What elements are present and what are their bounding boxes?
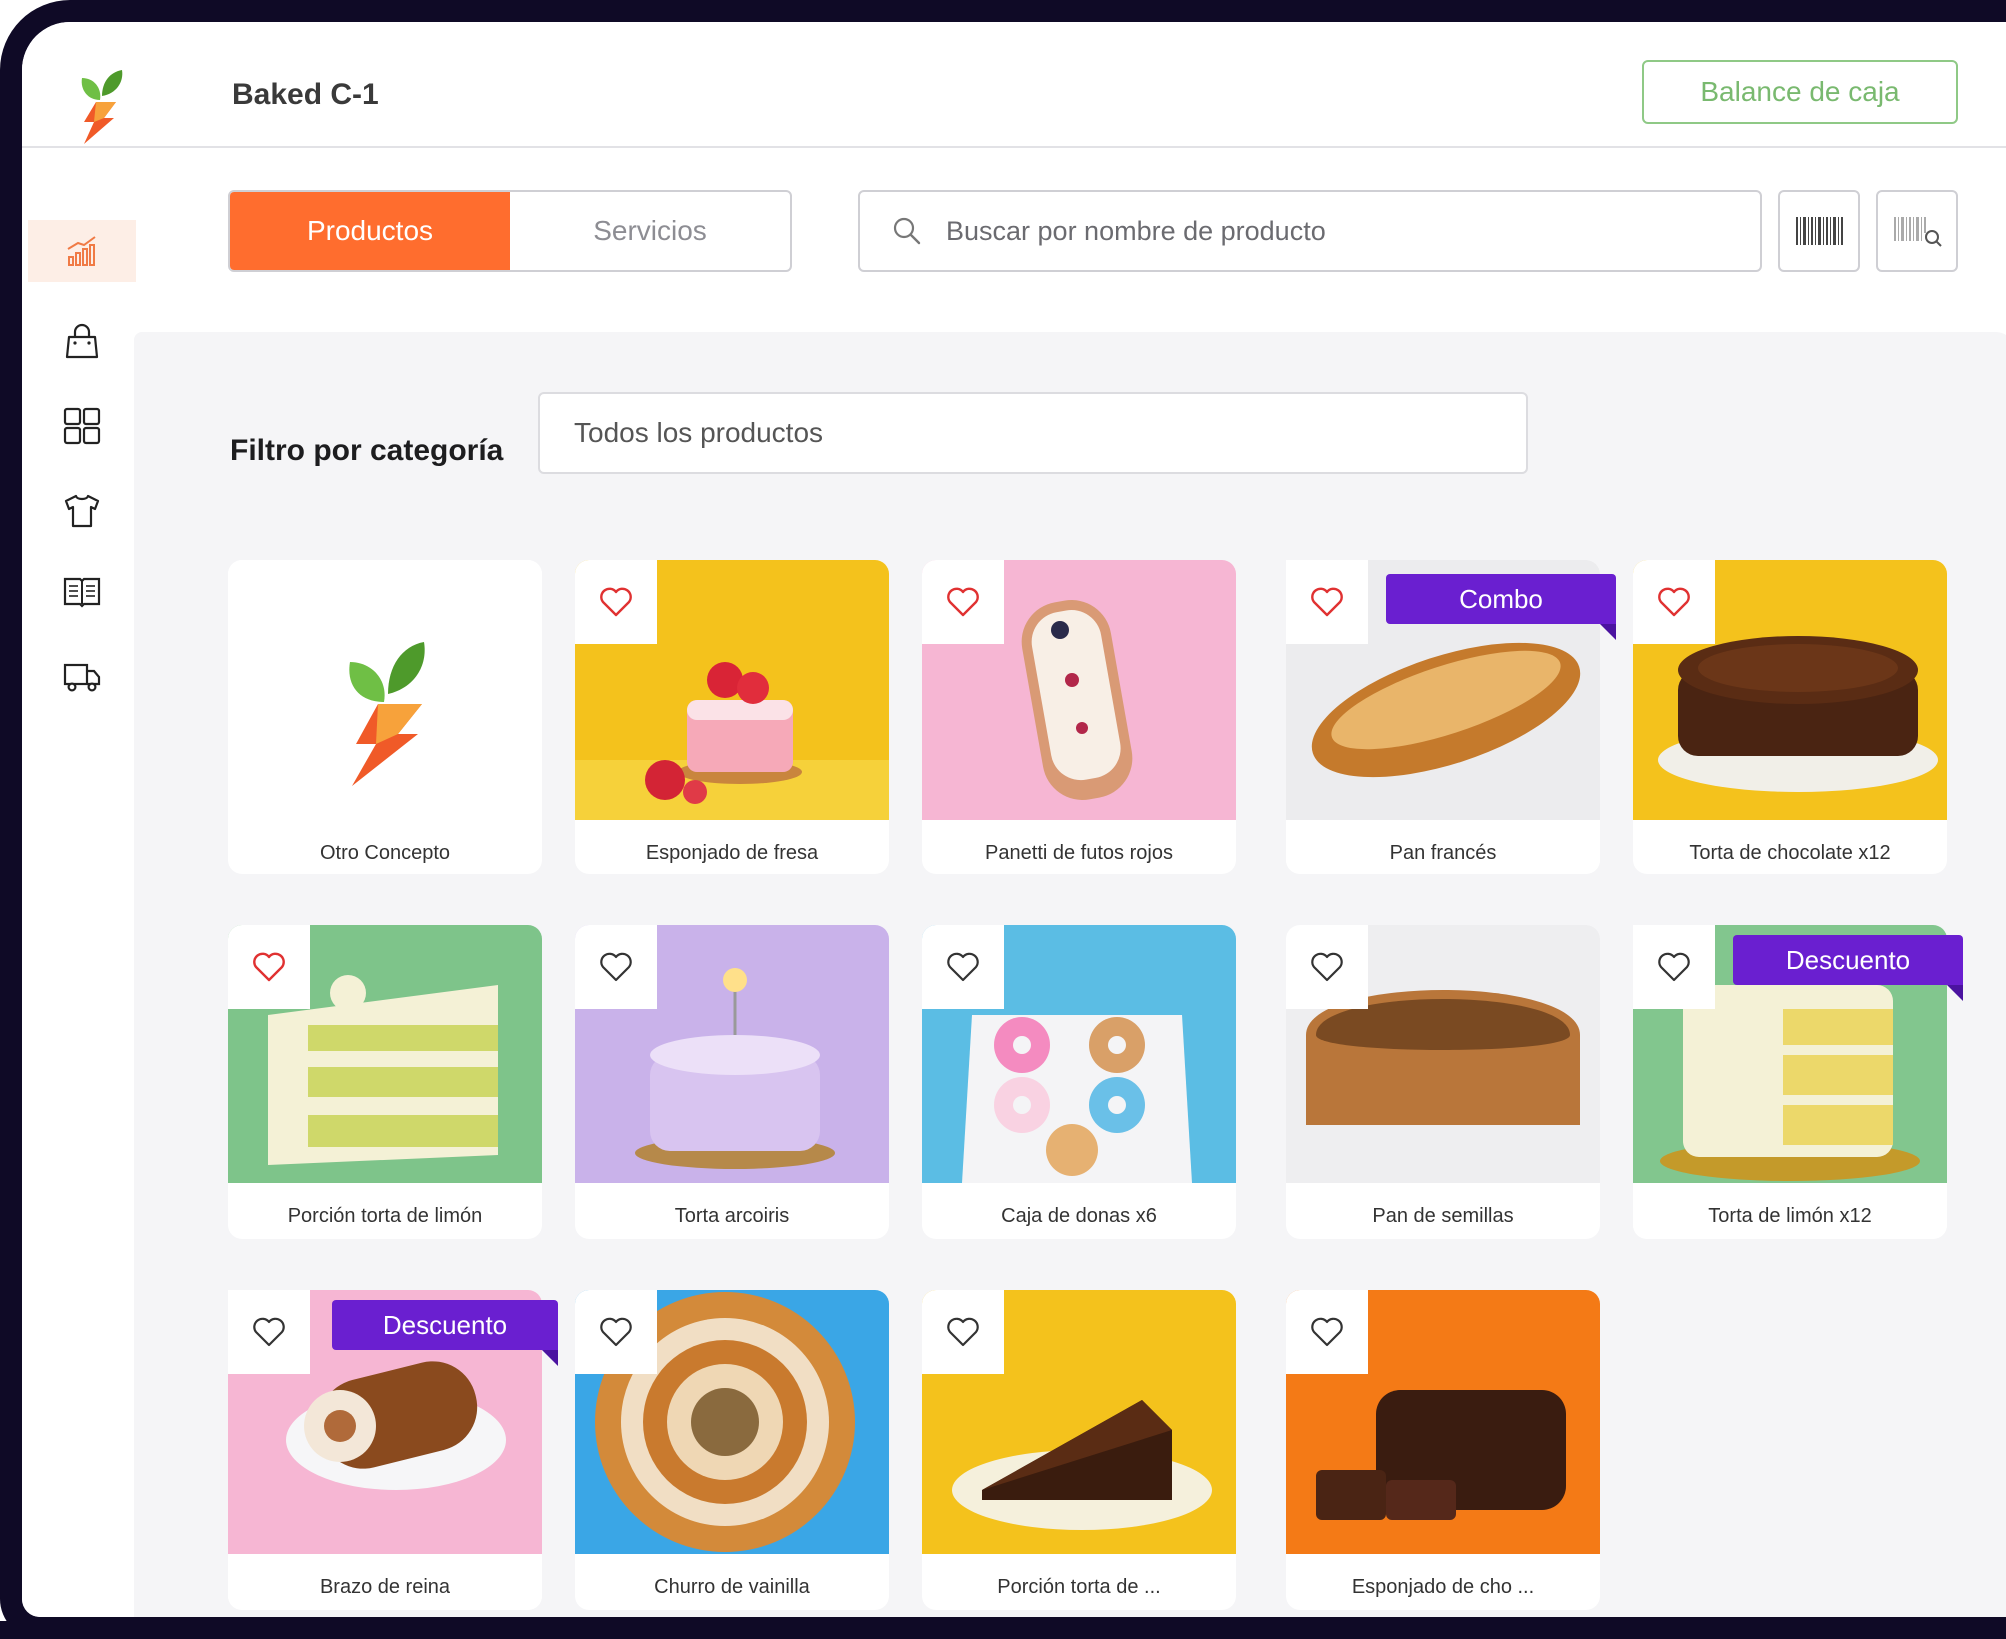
heart-icon	[947, 587, 979, 617]
favorite-toggle[interactable]	[575, 560, 657, 644]
product-card[interactable]: Pan francés Combo	[1286, 560, 1616, 874]
barcode-icon	[1796, 217, 1843, 245]
product-name: Torta de limón x12	[1708, 1205, 1872, 1227]
product-name: Pan de semillas	[1372, 1205, 1514, 1227]
favorite-toggle[interactable]	[575, 925, 657, 1009]
product-search	[858, 190, 1762, 272]
catalog-tabs: Productos Servicios	[228, 190, 792, 272]
product-card[interactable]: Porción torta de ...	[922, 1290, 1236, 1610]
truck-icon	[63, 663, 101, 692]
product-name: Porción torta de ...	[997, 1576, 1161, 1598]
tab-products[interactable]: Productos	[230, 192, 510, 270]
heart-icon	[947, 952, 979, 982]
heart-icon	[1658, 952, 1690, 982]
product-name: Brazo de reina	[319, 1576, 451, 1598]
store-name: Baked C-1	[232, 78, 379, 111]
top-header: Baked C-1 Balance de caja	[22, 22, 2006, 148]
product-name: Churro de vainilla	[654, 1576, 810, 1598]
shopping-bag-icon	[65, 323, 99, 359]
favorite-toggle[interactable]	[1286, 925, 1368, 1009]
product-card[interactable]: Brazo de reina Descuento	[228, 1290, 558, 1610]
product-card[interactable]: Torta de chocolate x12	[1633, 560, 1947, 874]
heart-icon	[600, 952, 632, 982]
other-concept-logo-icon	[228, 560, 542, 820]
tshirt-icon	[64, 494, 100, 528]
frame-bottom-edge	[0, 1621, 2006, 1639]
favorite-toggle[interactable]	[228, 925, 310, 1009]
sidebar-item-reports[interactable]	[28, 560, 136, 622]
product-name: Otro Concepto	[319, 842, 451, 864]
heart-icon	[1658, 587, 1690, 617]
sidebar-item-deliveries[interactable]	[28, 645, 136, 707]
product-name: Pan francés	[1389, 842, 1497, 864]
product-name: Torta de chocolate x12	[1689, 842, 1891, 864]
book-icon	[63, 577, 101, 608]
product-card[interactable]: Churro de vainilla	[575, 1290, 889, 1610]
product-name: Panetti de futos rojos	[985, 842, 1173, 864]
favorite-toggle[interactable]	[1633, 560, 1715, 644]
discount-badge: Descuento	[332, 1300, 558, 1366]
sidebar-item-catalog[interactable]	[28, 395, 136, 457]
grid-icon	[63, 407, 101, 445]
category-filter-label: Filtro por categoría	[230, 434, 504, 467]
heart-icon	[1311, 587, 1343, 617]
product-card[interactable]: Porción torta de limón	[228, 925, 542, 1239]
heart-icon	[600, 1317, 632, 1347]
favorite-toggle[interactable]	[922, 560, 1004, 644]
product-name: Esponjado de cho ...	[1351, 1576, 1535, 1598]
heart-icon	[1311, 952, 1343, 982]
product-name: Porción torta de limón	[287, 1205, 483, 1227]
product-card[interactable]: Torta arcoiris	[575, 925, 889, 1239]
product-card[interactable]: Esponjado de fresa	[575, 560, 889, 874]
product-card[interactable]: Caja de donas x6	[922, 925, 1236, 1239]
sidebar-nav	[22, 150, 136, 1617]
tab-services[interactable]: Servicios	[510, 192, 790, 270]
product-card[interactable]: Otro Concepto	[228, 560, 542, 874]
product-name: Esponjado de fresa	[645, 842, 819, 864]
heart-icon	[600, 587, 632, 617]
cash-balance-button[interactable]: Balance de caja	[1642, 60, 1958, 124]
search-input[interactable]	[946, 215, 1726, 247]
sidebar-item-sales[interactable]	[28, 310, 136, 372]
barcode-search-icon	[1894, 217, 1942, 247]
search-icon	[893, 217, 921, 245]
favorite-toggle[interactable]	[1633, 925, 1715, 1009]
product-card[interactable]: Torta de limón x12 Descuento	[1633, 925, 1963, 1239]
brand-logo-icon	[81, 70, 123, 144]
barcode-search-button[interactable]	[1876, 190, 1958, 272]
product-card[interactable]: Esponjado de cho ...	[1286, 1290, 1600, 1610]
product-name: Caja de donas x6	[1001, 1205, 1157, 1227]
product-name: Torta arcoiris	[674, 1205, 790, 1227]
favorite-toggle[interactable]	[575, 1290, 657, 1374]
favorite-toggle[interactable]	[1286, 560, 1368, 644]
favorite-toggle[interactable]	[1286, 1290, 1368, 1374]
favorite-toggle[interactable]	[922, 925, 1004, 1009]
heart-icon	[253, 1317, 285, 1347]
product-card[interactable]: Panetti de futos rojos	[922, 560, 1236, 874]
heart-icon	[253, 952, 285, 982]
chart-icon	[67, 236, 96, 266]
barcode-scan-button[interactable]	[1778, 190, 1860, 272]
discount-badge: Descuento	[1733, 935, 1963, 1001]
app-frame: Baked C-1 Balance de caja Productos Serv…	[0, 0, 2006, 1639]
sidebar-item-dashboard[interactable]	[28, 220, 136, 282]
sidebar-item-products[interactable]	[28, 480, 136, 542]
combo-badge: Combo	[1386, 574, 1616, 640]
heart-icon	[947, 1317, 979, 1347]
category-filter-select[interactable]: Todos los productos	[538, 392, 1528, 474]
favorite-toggle[interactable]	[922, 1290, 1004, 1374]
favorite-toggle[interactable]	[228, 1290, 310, 1374]
product-card[interactable]: Pan de semillas	[1286, 925, 1600, 1239]
heart-icon	[1311, 1317, 1343, 1347]
